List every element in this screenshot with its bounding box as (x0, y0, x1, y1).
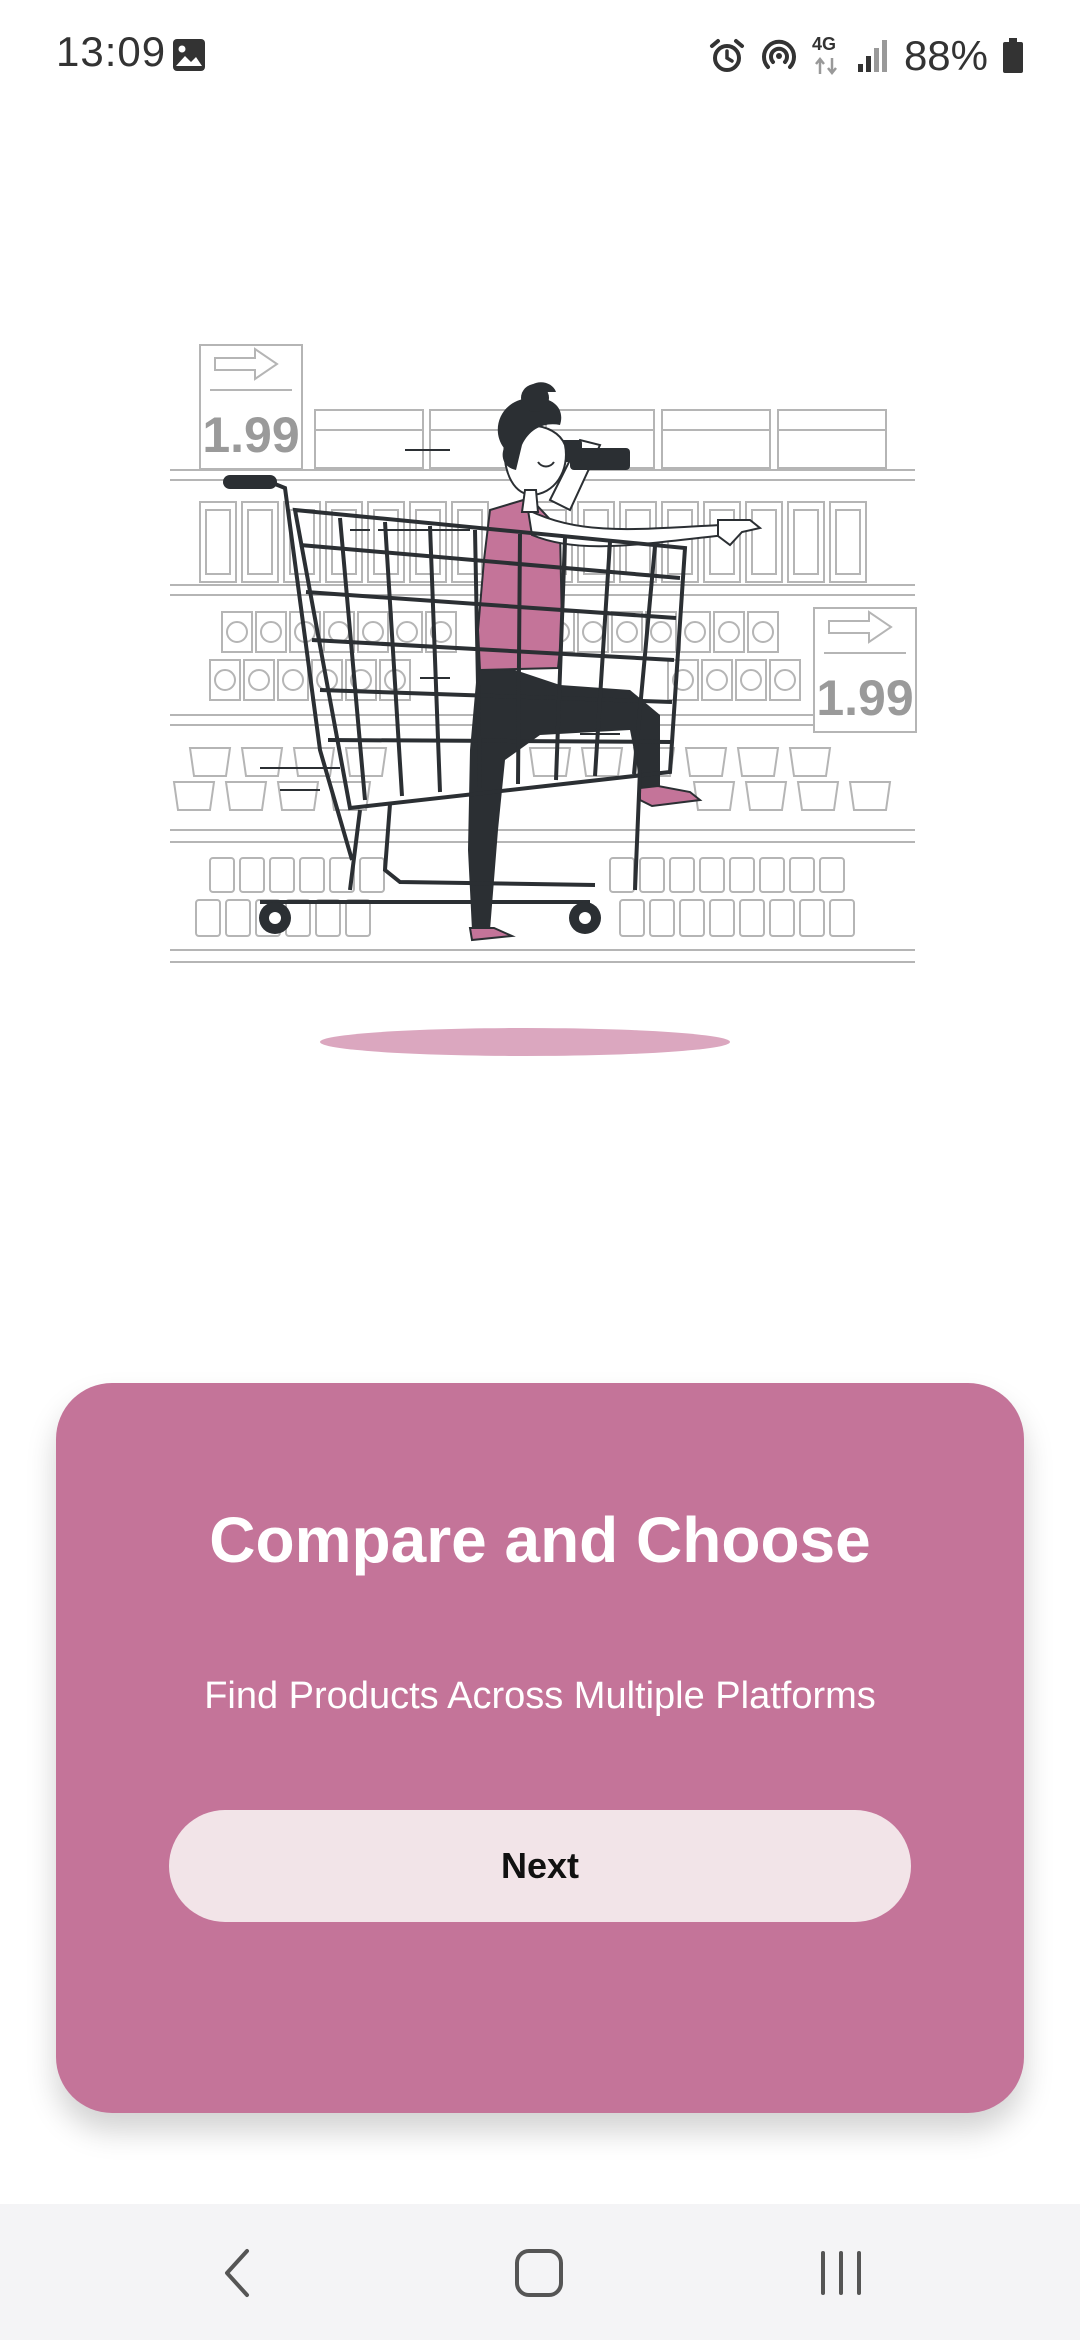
network-type: 4G (811, 34, 836, 54)
back-button[interactable] (192, 2228, 282, 2318)
status-bar: 13:09 4G 88% (0, 0, 1080, 110)
shopping-illustration: 1.99 1.99 (170, 344, 917, 1056)
signal-icon (857, 40, 887, 72)
back-icon (225, 2249, 249, 2297)
price-tag-left: 1.99 (202, 407, 299, 463)
recents-button[interactable] (796, 2228, 886, 2318)
status-time: 13:09 (56, 28, 167, 75)
battery-icon (1003, 38, 1023, 73)
home-button[interactable] (494, 2228, 584, 2318)
data-arrows-icon (814, 56, 837, 76)
onboarding-card: Compare and Choose Find Products Across … (56, 1383, 1024, 2113)
system-nav-bar (0, 2204, 1080, 2340)
onboarding-screen: 13:09 4G 88% 1.99 1.99 Compare and Choos… (0, 0, 1080, 2340)
home-icon (515, 2249, 563, 2297)
hotspot-icon (762, 39, 796, 69)
battery-percentage: 88% (903, 32, 988, 79)
network-4g-icon: 4G (812, 34, 842, 78)
recents-icon (821, 2251, 861, 2295)
card-title: Compare and Choose (209, 1504, 871, 1576)
status-icons: 4G 88% (708, 28, 1024, 84)
alarm-icon (709, 39, 744, 72)
price-tag-right: 1.99 (816, 670, 913, 726)
card-subtitle: Find Products Across Multiple Platforms (204, 1675, 876, 1717)
next-button[interactable]: Next (169, 1810, 911, 1922)
gallery-icon (173, 39, 205, 71)
